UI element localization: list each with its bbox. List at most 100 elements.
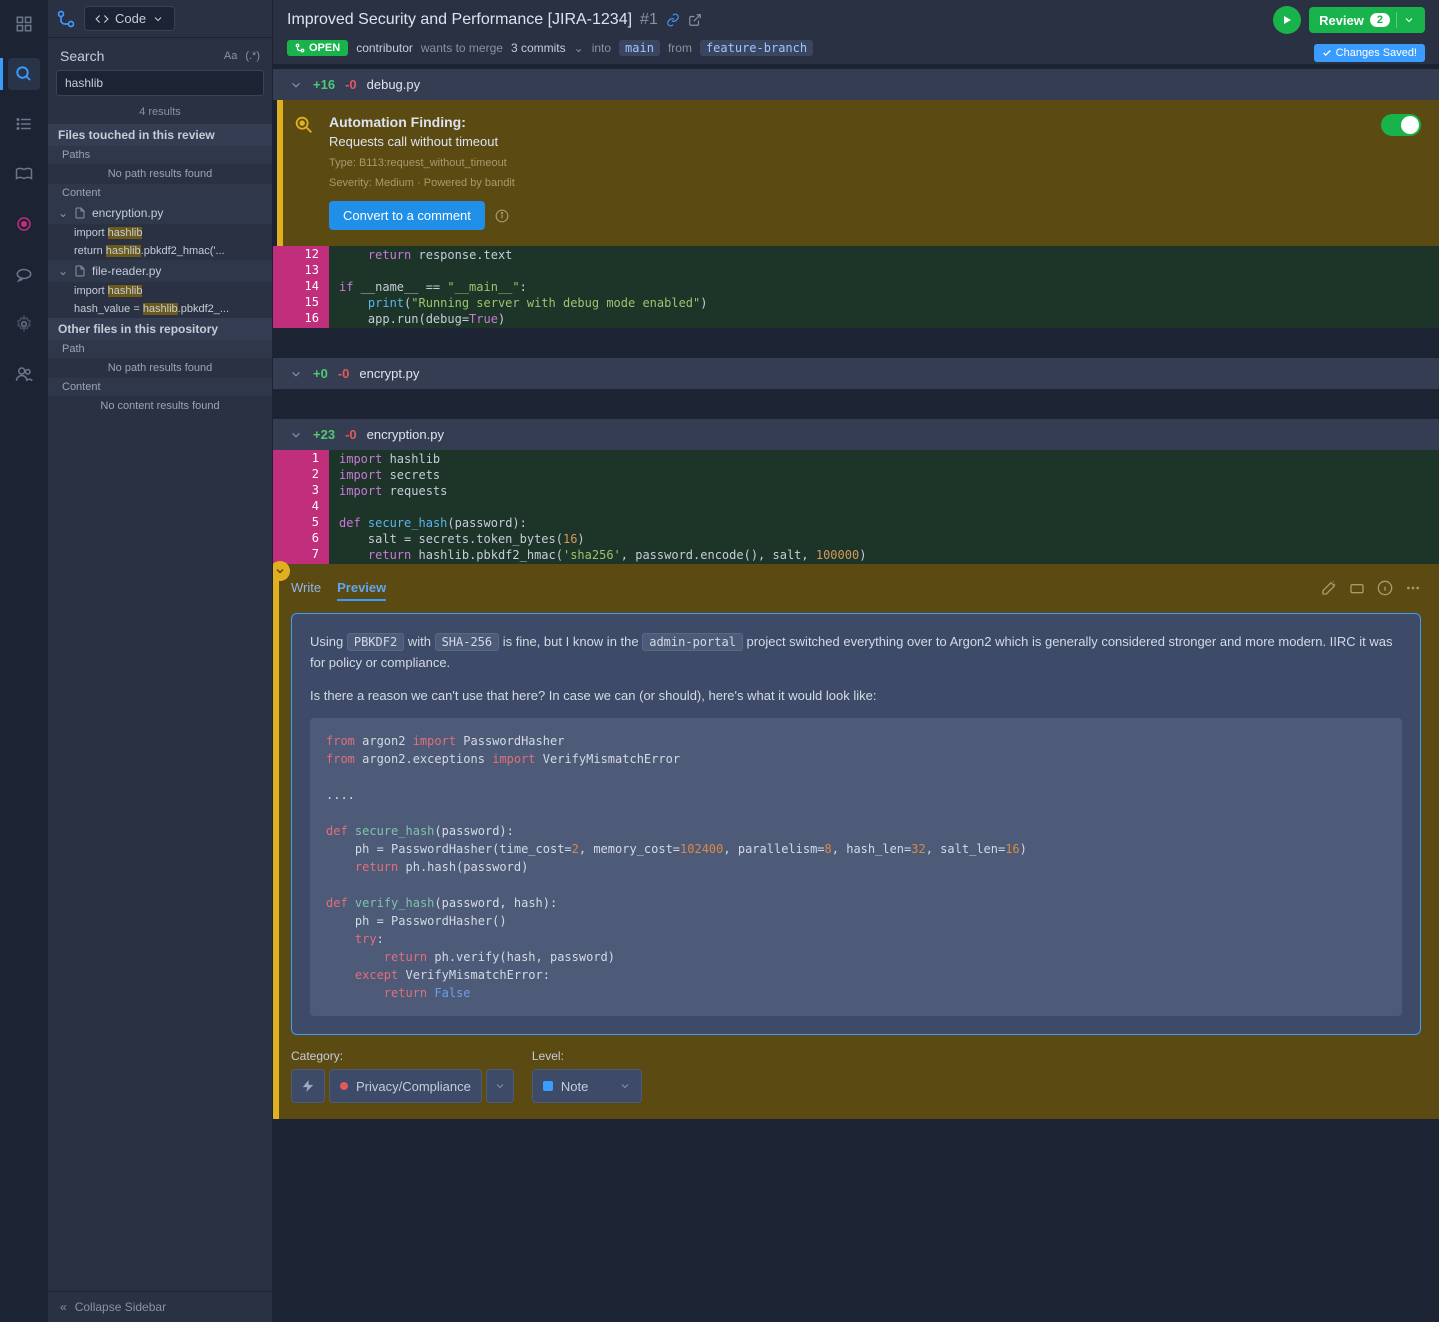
section-files-touched: Files touched in this review bbox=[48, 124, 272, 146]
category-select[interactable]: Privacy/Compliance bbox=[329, 1069, 482, 1103]
match-row[interactable]: import hashlib bbox=[48, 224, 272, 242]
level-label: Level: bbox=[532, 1049, 642, 1063]
pr-title: Improved Security and Performance [JIRA-… bbox=[287, 11, 632, 29]
rail-list-icon[interactable] bbox=[8, 108, 40, 140]
contributor-label: contributor bbox=[356, 41, 413, 55]
rail-record-icon[interactable] bbox=[8, 208, 40, 240]
keyboard-icon[interactable] bbox=[1349, 580, 1365, 601]
tab-write[interactable]: Write bbox=[291, 580, 321, 601]
search-input[interactable] bbox=[56, 70, 264, 96]
convert-button[interactable]: Convert to a comment bbox=[329, 201, 485, 230]
chevron-down-icon bbox=[289, 428, 303, 442]
category-dropdown[interactable] bbox=[486, 1069, 514, 1103]
bolt-button[interactable] bbox=[291, 1069, 325, 1103]
comment-paragraph: Is there a reason we can't use that here… bbox=[310, 686, 1402, 707]
regex-toggle[interactable]: (.*) bbox=[245, 50, 260, 62]
play-button[interactable] bbox=[1273, 6, 1301, 34]
sidebar: Code Search Aa (.*) 4 results Files touc… bbox=[48, 0, 273, 1322]
sub-path: Path bbox=[48, 340, 272, 358]
chevron-down-icon bbox=[619, 1080, 631, 1092]
rail-branch-icon[interactable] bbox=[8, 8, 40, 40]
diff-del: -0 bbox=[338, 366, 350, 381]
code-block-encryption: 1234567 import hashlib import secrets im… bbox=[273, 450, 1439, 564]
section-other-files: Other files in this repository bbox=[48, 318, 272, 340]
automation-finding: Automation Finding: Requests call withou… bbox=[277, 100, 1439, 246]
code-inline: SHA-256 bbox=[435, 633, 500, 651]
results-count: 4 results bbox=[48, 102, 272, 124]
collapse-sidebar[interactable]: « Collapse Sidebar bbox=[48, 1291, 272, 1322]
saved-badge: Changes Saved! bbox=[1314, 44, 1425, 62]
rail-search-icon[interactable] bbox=[8, 58, 40, 90]
chevron-down-icon bbox=[152, 13, 164, 25]
tab-preview[interactable]: Preview bbox=[337, 580, 386, 601]
collapse-icon[interactable] bbox=[273, 561, 290, 581]
toggle-switch[interactable] bbox=[1381, 114, 1421, 136]
file-row-filereader[interactable]: ⌄ file-reader.py bbox=[48, 260, 272, 282]
external-link-icon[interactable] bbox=[688, 13, 702, 27]
link-icon[interactable] bbox=[666, 13, 680, 27]
diff-add: +16 bbox=[313, 77, 335, 92]
code-label: Code bbox=[115, 11, 146, 26]
level-select[interactable]: Note bbox=[532, 1069, 642, 1103]
case-toggle[interactable]: Aa bbox=[224, 50, 237, 62]
search-title: Search bbox=[60, 48, 104, 64]
code-block-debug: 1213141516 return response.text if __nam… bbox=[273, 246, 1439, 328]
diff-add: +0 bbox=[313, 366, 328, 381]
chevron-down-icon: ⌄ bbox=[58, 264, 68, 278]
more-icon[interactable] bbox=[1405, 580, 1421, 601]
code-inline: admin-portal bbox=[642, 633, 743, 651]
file-name: debug.py bbox=[367, 77, 421, 92]
review-count-badge: 2 bbox=[1370, 13, 1390, 27]
category-label: Category: bbox=[291, 1049, 514, 1063]
commits-count: 3 commits bbox=[511, 41, 566, 55]
pr-number: #1 bbox=[640, 11, 658, 29]
diff-del: -0 bbox=[345, 77, 357, 92]
finding-severity: Severity: Medium · Powered by bandit bbox=[329, 177, 1421, 189]
preview-panel: Using PBKDF2 with SHA-256 is fine, but I… bbox=[291, 613, 1421, 1035]
code-inline: PBKDF2 bbox=[347, 633, 404, 651]
match-row[interactable]: return hashlib.pbkdf2_hmac('... bbox=[48, 242, 272, 260]
dot-icon bbox=[340, 1082, 348, 1090]
info-icon[interactable] bbox=[495, 209, 509, 223]
finding-desc: Requests call without timeout bbox=[329, 134, 1421, 149]
chevron-down-icon[interactable]: ⌄ bbox=[574, 41, 584, 55]
file-name: encryption.py bbox=[92, 206, 163, 220]
collapse-icon: « bbox=[60, 1300, 67, 1314]
diff-add: +23 bbox=[313, 427, 335, 442]
file-icon bbox=[74, 265, 86, 277]
file-name: encryption.py bbox=[367, 427, 444, 442]
branch-feature[interactable]: feature-branch bbox=[700, 40, 813, 56]
chevron-down-icon bbox=[1403, 14, 1415, 26]
comment-box: Write Preview Using PBKDF2 with SHA-256 … bbox=[273, 564, 1439, 1119]
branch-main[interactable]: main bbox=[619, 40, 660, 56]
rail-book-icon[interactable] bbox=[8, 158, 40, 190]
no-paths-msg: No path results found bbox=[48, 164, 272, 184]
square-icon bbox=[543, 1081, 553, 1091]
finding-icon bbox=[293, 114, 315, 136]
file-header-encrypt[interactable]: +0 -0 encrypt.py bbox=[273, 358, 1439, 389]
info-icon[interactable] bbox=[1377, 580, 1393, 601]
rail-chat-icon[interactable] bbox=[8, 258, 40, 290]
logo-icon bbox=[56, 9, 76, 29]
match-row[interactable]: import hashlib bbox=[48, 282, 272, 300]
chevron-down-icon bbox=[289, 367, 303, 381]
code-icon bbox=[95, 12, 109, 26]
match-row[interactable]: hash_value = hashlib.pbkdf2_... bbox=[48, 300, 272, 318]
review-button[interactable]: Review 2 bbox=[1309, 7, 1425, 33]
file-icon bbox=[74, 207, 86, 219]
file-row-encryption[interactable]: ⌄ encryption.py bbox=[48, 202, 272, 224]
rail-users-icon[interactable] bbox=[8, 358, 40, 390]
top-bar: Improved Security and Performance [JIRA-… bbox=[273, 0, 1439, 65]
file-header-encryption[interactable]: +23 -0 encryption.py bbox=[273, 419, 1439, 450]
file-header-debug[interactable]: +16 -0 debug.py bbox=[273, 69, 1439, 100]
chevron-down-icon: ⌄ bbox=[58, 206, 68, 220]
finding-title: Automation Finding: bbox=[329, 114, 1421, 130]
open-badge: OPEN bbox=[287, 40, 348, 56]
wand-icon[interactable] bbox=[1321, 580, 1337, 601]
main: Improved Security and Performance [JIRA-… bbox=[273, 0, 1439, 1322]
diff-del: -0 bbox=[345, 427, 357, 442]
finding-type: Type: B113:request_without_timeout bbox=[329, 157, 1421, 169]
code-dropdown[interactable]: Code bbox=[84, 6, 175, 31]
rail-gear-icon[interactable] bbox=[8, 308, 40, 340]
file-name: file-reader.py bbox=[92, 264, 161, 278]
